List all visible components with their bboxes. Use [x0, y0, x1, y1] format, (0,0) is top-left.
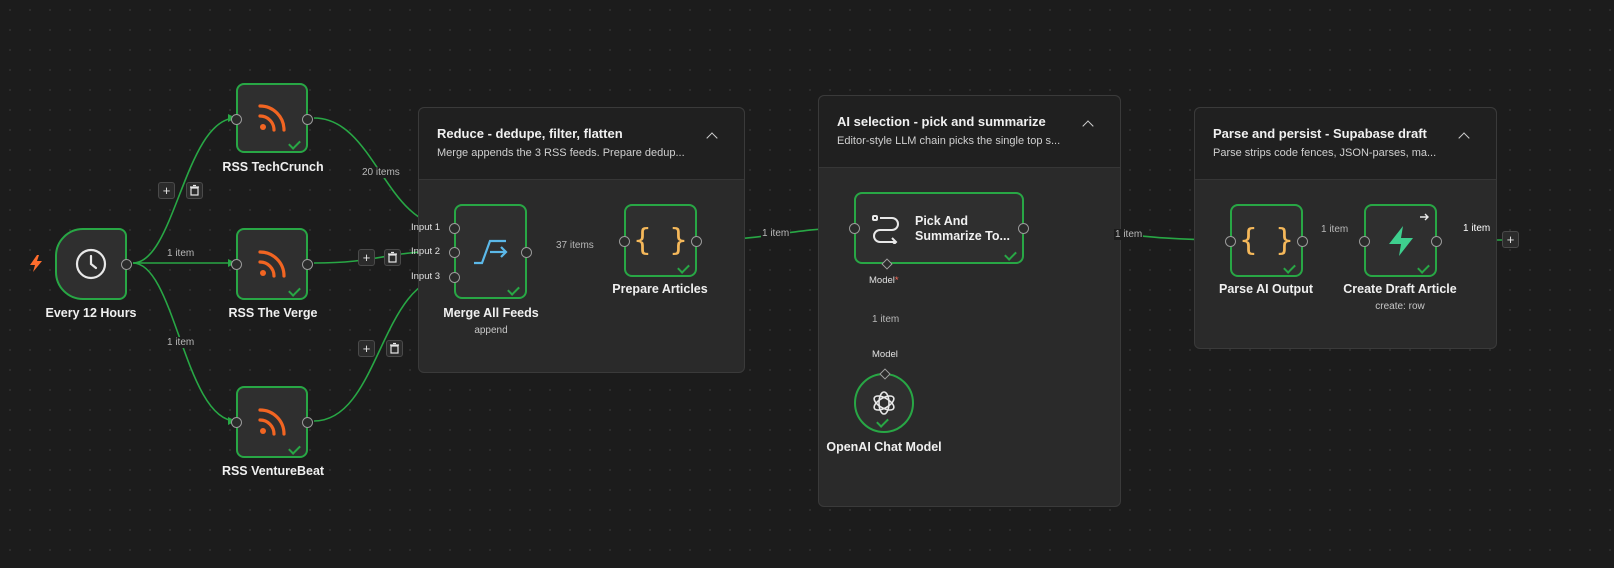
- edge-label: 1 item: [871, 314, 901, 325]
- output-port[interactable]: [302, 417, 313, 428]
- node-label: Pick And Summarize To...: [915, 214, 1010, 243]
- node-merge-all-feeds[interactable]: [449, 204, 532, 299]
- output-port[interactable]: [1297, 236, 1308, 247]
- node-label: Every 12 Hours: [45, 306, 137, 320]
- node-rss-the-verge[interactable]: [231, 228, 313, 300]
- sticky-ai-description: Editor-style LLM chain picks the single …: [837, 135, 1061, 147]
- sticky-reduce-title: Reduce - dedupe, filter, flatten: [437, 126, 623, 141]
- output-port[interactable]: [302, 114, 313, 125]
- output-port[interactable]: [1431, 236, 1442, 247]
- model-port-label: Model: [872, 349, 898, 360]
- add-node-button[interactable]: +: [158, 182, 175, 199]
- chain-icon: [870, 212, 902, 249]
- edge-label: 1 item: [166, 248, 196, 259]
- clock-icon: [57, 230, 125, 298]
- node-prepare-articles[interactable]: { }: [619, 204, 702, 277]
- edge-schedule-techcrunch: [132, 117, 237, 264]
- input-label: Input 1: [411, 222, 441, 233]
- add-node-button[interactable]: +: [358, 340, 375, 357]
- node-label: Parse AI Output: [1219, 282, 1313, 296]
- sticky-parse-title: Parse and persist - Supabase draft: [1213, 126, 1427, 141]
- input-port[interactable]: [231, 259, 242, 270]
- trash-icon: [390, 342, 399, 354]
- output-port[interactable]: [302, 259, 313, 270]
- sticky-ai-title: AI selection - pick and summarize: [837, 114, 1046, 129]
- output-port[interactable]: [691, 236, 702, 247]
- delete-connection-button[interactable]: [186, 182, 203, 199]
- node-label: OpenAI Chat Model: [826, 440, 942, 454]
- output-port[interactable]: [1018, 223, 1029, 234]
- input-port-1[interactable]: [449, 223, 460, 234]
- node-every-12-hours[interactable]: [55, 228, 132, 300]
- input-port[interactable]: [1225, 236, 1236, 247]
- input-port[interactable]: [231, 114, 242, 125]
- sticky-reduce-description: Merge appends the 3 RSS feeds. Prepare d…: [437, 147, 685, 159]
- edge-label: 1 item: [761, 228, 791, 239]
- input-label: Input 2: [411, 246, 441, 257]
- arrow-right-icon: [1420, 213, 1429, 221]
- trash-icon: [190, 184, 199, 196]
- node-parse-ai-output[interactable]: { }: [1225, 204, 1308, 277]
- trash-icon: [388, 251, 397, 263]
- node-label: RSS TechCrunch: [222, 160, 324, 174]
- output-port[interactable]: [521, 247, 532, 258]
- add-node-button[interactable]: +: [1502, 231, 1519, 248]
- node-label: Create Draft Article: [1343, 282, 1457, 296]
- input-port[interactable]: [849, 223, 860, 234]
- input-label: Input 3: [411, 271, 441, 282]
- edge-label: 1 item: [1462, 223, 1492, 234]
- required-mark: *: [894, 275, 899, 286]
- edge-label: 37 items: [555, 240, 595, 251]
- node-label: RSS The Verge: [228, 306, 318, 320]
- sticky-parse-description: Parse strips code fences, JSON-parses, m…: [1213, 147, 1437, 159]
- delete-connection-button[interactable]: [384, 249, 401, 266]
- node-sublabel: append: [474, 325, 508, 336]
- node-rss-venturebeat[interactable]: [231, 386, 313, 458]
- model-port-label: Model*: [869, 275, 899, 286]
- node-rss-techcrunch[interactable]: [231, 83, 313, 153]
- input-port[interactable]: [619, 236, 630, 247]
- edge-label: 1 item: [166, 337, 196, 348]
- input-port[interactable]: [231, 417, 242, 428]
- output-port[interactable]: [121, 259, 132, 270]
- input-port-3[interactable]: [449, 272, 460, 283]
- node-openai-chat-model[interactable]: [854, 368, 914, 433]
- success-check-icon: [1004, 248, 1017, 261]
- edge-label: 1 item: [1320, 224, 1350, 235]
- node-pick-and-summarize[interactable]: Pick And Summarize To...: [849, 192, 1029, 270]
- node-create-draft-article[interactable]: [1359, 204, 1442, 277]
- add-node-button[interactable]: +: [358, 249, 375, 266]
- node-label: Prepare Articles: [612, 282, 708, 296]
- node-label: Merge All Feeds: [443, 306, 539, 320]
- input-port[interactable]: [1359, 236, 1370, 247]
- input-port-2[interactable]: [449, 247, 460, 258]
- edge-label: 1 item: [1114, 229, 1144, 240]
- node-label: RSS VentureBeat: [221, 464, 325, 478]
- node-sublabel: create: row: [1375, 301, 1425, 312]
- delete-connection-button[interactable]: [386, 340, 403, 357]
- edge-label: 20 items: [361, 167, 401, 178]
- trigger-bolt-icon: [30, 255, 42, 272]
